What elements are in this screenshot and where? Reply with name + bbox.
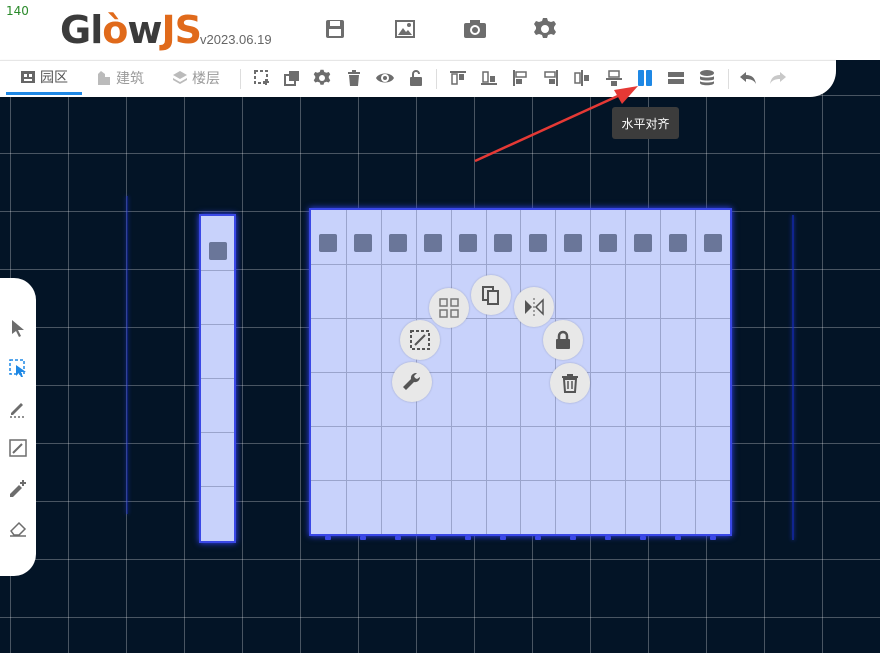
eye-icon [376,73,394,83]
toolbar-divider [240,69,241,89]
save-icon [326,20,344,38]
delete-icon [348,70,360,86]
rack-indicator [494,234,513,252]
unlock-icon [410,70,422,86]
lock-icon [556,330,570,349]
left-tool-panel [0,278,36,576]
database-button[interactable] [697,68,717,88]
gear-icon [313,69,331,85]
vertical-align-button[interactable] [666,68,686,88]
copy-context-button[interactable] [471,275,511,315]
save-button[interactable] [322,16,348,42]
wrench-icon [403,372,421,390]
grid-icon [439,298,459,318]
edit-box-tool[interactable] [6,436,30,460]
eraser-tool[interactable] [6,516,30,540]
building-icon [98,71,110,85]
rack-indicator [598,234,617,252]
select-tool[interactable] [6,356,30,380]
add-pen-tool[interactable] [6,476,30,500]
redo-button[interactable] [768,68,788,88]
vertical-align-icon [668,72,684,84]
rack-indicator [633,234,652,252]
pointer-tool[interactable] [6,316,30,340]
layers-icon [173,71,187,84]
settings-tool-button[interactable] [312,68,332,88]
park-icon [21,70,35,83]
rack-cabinet[interactable] [625,210,662,540]
toolbar: 园区 建筑 楼层 [0,60,836,97]
logo-o-icon: ò [102,8,128,52]
camera-icon [464,20,486,38]
rack-indicator [528,234,547,252]
toolbar-divider [728,69,729,89]
camera-button[interactable] [462,16,488,42]
mirror-icon [525,298,544,316]
app-header: GlòwJS v2023.06.19 [0,0,880,60]
edit-select-button[interactable] [400,320,440,360]
pointer-icon [12,320,24,337]
edit-box-icon [9,439,27,457]
fps-counter: 140 [6,4,29,18]
copy-button[interactable] [282,68,302,88]
undo-button[interactable] [738,68,758,88]
rack-cabinet [201,216,234,541]
tab-park[interactable]: 园区 [6,61,82,95]
wrench-button[interactable] [392,362,432,402]
visibility-button[interactable] [375,68,395,88]
unlock-button[interactable] [406,68,426,88]
tooltip: 水平对齐 [612,107,679,139]
add-pen-icon [10,480,26,497]
rack-cabinet[interactable] [590,210,627,540]
rack-cabinet[interactable] [695,210,730,540]
rack-indicator [459,234,478,252]
align-top-button[interactable] [448,68,468,88]
rack-cabinet[interactable] [311,210,347,540]
rack-indicator [319,234,338,252]
tab-building[interactable]: 建筑 [96,61,144,95]
mirror-button[interactable] [514,287,554,327]
add-button[interactable] [252,68,272,88]
rack-group[interactable] [309,208,732,540]
rack-indicator [424,234,443,252]
toolbar-divider [436,69,437,89]
grid-select-button[interactable] [429,288,469,328]
rack-indicator [389,234,408,252]
rack-indicator [668,234,687,252]
trash-icon [562,374,578,393]
rack-indicator [563,234,582,252]
copy-icon [284,71,299,86]
database-icon [700,70,714,86]
wall-line-left [126,196,128,514]
rack-cabinet[interactable] [660,210,697,540]
redo-icon [770,72,786,84]
rack-cabinet[interactable] [520,210,557,540]
undo-icon [740,72,756,84]
image-icon [395,20,415,38]
settings-button[interactable] [532,16,558,42]
align-top-icon [450,71,466,85]
image-button[interactable] [392,16,418,42]
pen-tool[interactable] [6,396,30,420]
rack-cabinet[interactable] [450,210,487,540]
rack-cabinet[interactable] [345,210,382,540]
delete-button[interactable] [344,68,364,88]
trash-button[interactable] [550,363,590,403]
rack-indicator [703,234,722,252]
eraser-icon [10,521,27,537]
single-rack[interactable] [199,214,236,543]
edit-select-icon [410,330,430,350]
logo: GlòwJS [60,8,202,52]
lock-button[interactable] [543,320,583,360]
rack-cabinet[interactable] [485,210,522,540]
tab-floor[interactable]: 楼层 [172,61,220,95]
select-icon [9,359,26,377]
gear-icon [534,18,556,38]
add-icon [254,70,269,85]
wall-line-right [792,215,794,540]
version-label: v2023.06.19 [200,32,272,47]
copy-icon [482,286,499,305]
rack-indicator [354,234,373,252]
pen-icon [10,403,26,418]
